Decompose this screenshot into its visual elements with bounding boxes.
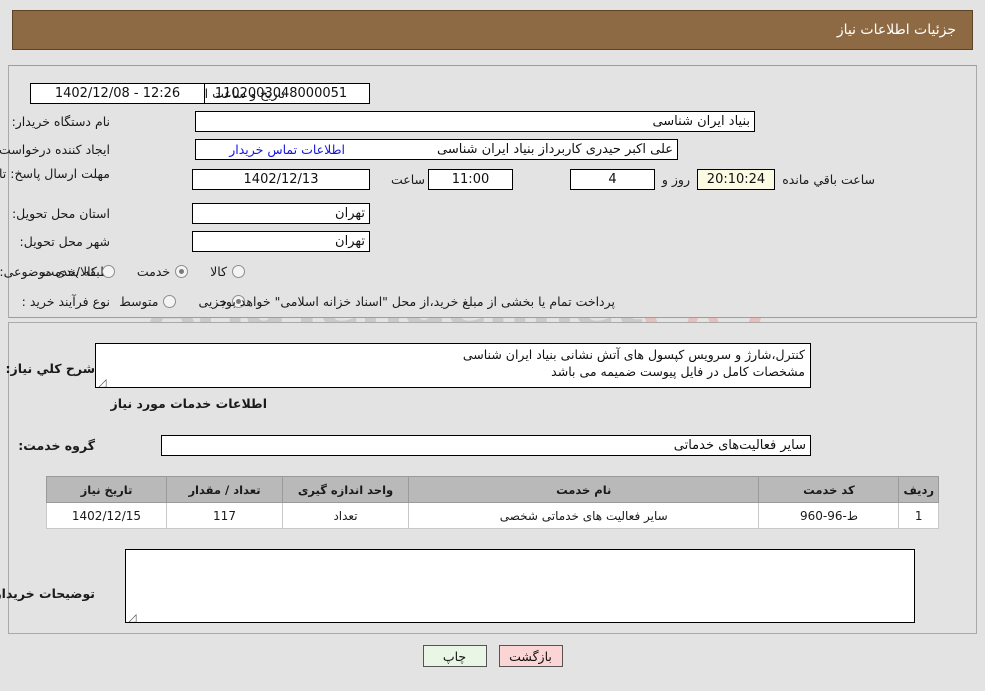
city-label: شهر محل تحویل: [19, 233, 110, 249]
services-section-title: اطلاعات خدمات مورد نیاز [110, 396, 268, 411]
summary-line-1: کنترل،شارژ و سرویس کپسول های آتش نشانی ب… [462, 347, 805, 362]
time-remaining-value[interactable]: 20:10:24 [697, 168, 775, 190]
cell-need-date: 1402/12/15 [46, 502, 167, 529]
deadline-date-value[interactable]: 1402/12/13 [192, 168, 370, 190]
category-radio-group: کالا خدمت کالا/خدمت [20, 258, 245, 284]
back-button[interactable]: بازگشت [498, 645, 563, 667]
services-table: ردیف کد خدمت نام خدمت واحد اندازه گیری ت… [46, 476, 939, 529]
category-radio-kala-khedmat[interactable]: کالا/خدمت [42, 264, 115, 279]
th-row: ردیف [898, 476, 939, 503]
buyer-org-field[interactable]: بنیاد ایران شناسی [195, 108, 755, 134]
buyer-org-value[interactable]: بنیاد ایران شناسی [195, 110, 755, 132]
province-value[interactable]: تهران [192, 202, 370, 224]
deadline-time-value[interactable]: 11:00 [428, 168, 513, 190]
deadline-label: مهلت ارسال پاسخ: تا تاریخ: [0, 166, 110, 181]
summary-line-2: مشخصات کامل در فایل پیوست ضمیمه می باشد [551, 364, 805, 379]
table-header-row: ردیف کد خدمت نام خدمت واحد اندازه گیری ت… [46, 476, 939, 503]
days-remaining-field[interactable]: 4 [570, 166, 655, 192]
deadline-time-field[interactable]: 11:00 [428, 166, 513, 192]
buyer-contact-link-text[interactable]: اطلاعات تماس خریدار [229, 142, 345, 157]
th-date: تاریخ نیاز [46, 476, 167, 503]
radio-circle-icon[interactable] [163, 294, 177, 308]
table-row[interactable]: 1 ط-96-960 سایر فعالیت های خدماتی شخصی ت… [46, 502, 939, 529]
radio-circle-icon[interactable] [232, 264, 245, 278]
hour-label: ساعت [390, 171, 425, 187]
radio-circle-icon[interactable] [101, 264, 115, 278]
th-unit: واحد اندازه گیری [282, 476, 409, 503]
cell-code: ط-96-960 [758, 502, 900, 529]
province-label: استان محل تحویل: [11, 205, 110, 221]
page-title: جزئیات اطلاعات نیاز [12, 10, 973, 50]
service-group-field[interactable]: سایر فعالیت‌های خدماتی [161, 432, 811, 458]
page-root: جزئیات اطلاعات نیاز شماره نیاز: 11020030… [0, 0, 985, 691]
buyer-notes-label: توضیحات خریدار: [0, 585, 95, 601]
resize-handle-icon[interactable]: ◺ [128, 609, 140, 622]
category-radio-kala[interactable]: کالا [210, 264, 245, 279]
city-field[interactable]: تهران [192, 228, 370, 254]
cell-unit: تعداد [282, 502, 409, 529]
th-code: کد خدمت [758, 476, 900, 503]
resize-handle-icon[interactable]: ◺ [98, 374, 110, 387]
city-value[interactable]: تهران [192, 230, 370, 252]
treasury-note: پرداخت تمام یا بخشی از مبلغ خرید،از محل … [216, 293, 615, 309]
th-name: نام خدمت [407, 476, 760, 503]
category-radio-khedmat[interactable]: خدمت [137, 264, 189, 279]
cell-quantity: 117 [166, 502, 283, 529]
print-button[interactable]: چاپ [422, 645, 487, 667]
buyer-notes-textarea[interactable]: ◺ [125, 549, 915, 623]
deadline-date-field[interactable]: 1402/12/13 [192, 166, 370, 192]
time-remaining-field[interactable]: 20:10:24 [697, 166, 775, 192]
province-field[interactable]: تهران [192, 200, 370, 226]
summary-label: شرح کلي نیاز: [5, 360, 95, 376]
radio-circle-selected-icon[interactable] [175, 264, 189, 278]
buyer-contact-link[interactable]: اطلاعات تماس خریدار [229, 136, 345, 162]
button-bar: بازگشت چاپ [0, 645, 985, 667]
cell-row: 1 [898, 502, 939, 529]
summary-textarea[interactable]: کنترل،شارژ و سرویس کپسول های آتش نشانی ب… [95, 343, 811, 388]
page-title-text: جزئیات اطلاعات نیاز [836, 22, 956, 38]
announce-value[interactable]: 1402/12/08 - 12:26 [30, 82, 205, 104]
service-group-value[interactable]: سایر فعالیت‌های خدماتی [161, 434, 811, 456]
cell-name: سایر فعالیت های خدماتی شخصی [407, 502, 760, 529]
days-label: روز و [661, 171, 690, 187]
remaining-label: ساعت باقي مانده [782, 171, 875, 187]
days-remaining-value[interactable]: 4 [570, 168, 655, 190]
th-quantity: تعداد / مقدار [166, 476, 283, 503]
announce-field[interactable]: 1402/12/08 - 12:26 [30, 80, 205, 106]
process-radio-motevaset[interactable]: متوسط [119, 294, 177, 309]
buyer-org-label: نام دستگاه خریدار: [11, 113, 110, 129]
service-group-label: گروه خدمت: [18, 437, 95, 453]
creator-label: ایجاد کننده درخواست: [0, 141, 110, 157]
